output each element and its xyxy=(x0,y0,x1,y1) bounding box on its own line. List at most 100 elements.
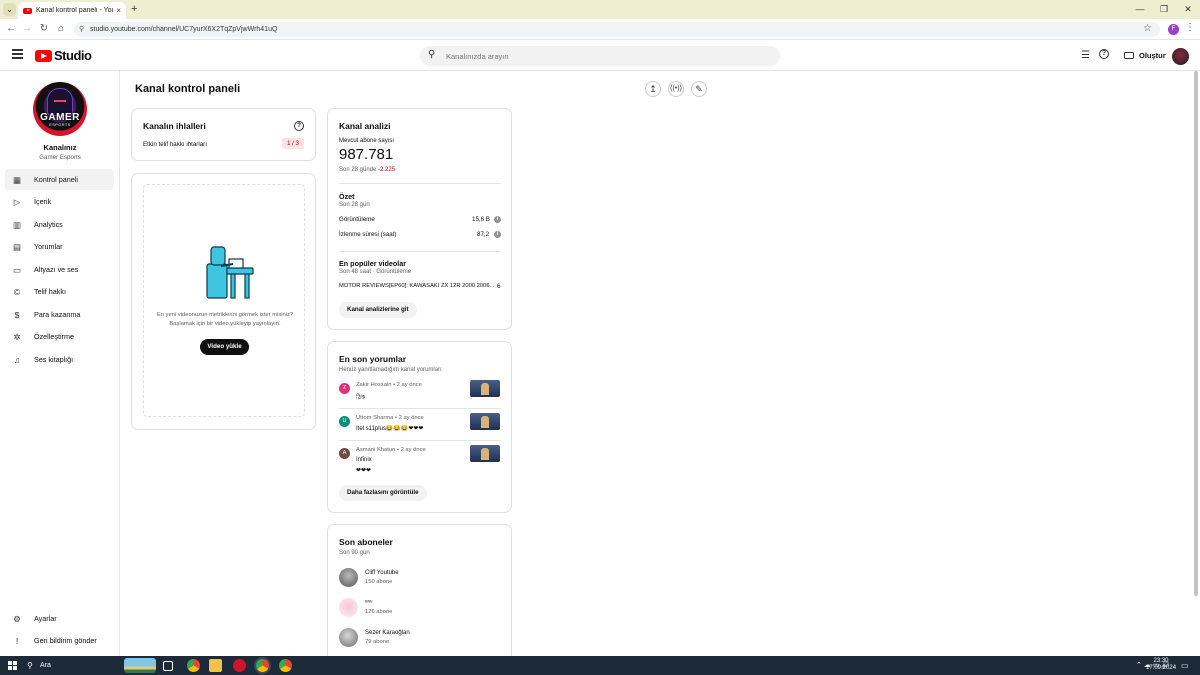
subscribers-period: Son 90 gün xyxy=(339,550,370,556)
create-button[interactable]: Oluştur xyxy=(1118,47,1172,64)
page-scrollbar[interactable] xyxy=(1194,71,1198,596)
windows-start-icon[interactable] xyxy=(8,661,17,670)
violations-title: Kanalın ihlalleri xyxy=(143,121,206,131)
divider xyxy=(339,251,501,252)
browser-menu-icon[interactable]: ⋮ xyxy=(1185,22,1195,33)
main-content: Kanal kontrol paneli ↥ ((•)) ✎ Kanalın i… xyxy=(120,71,1200,664)
back-arrow-icon[interactable]: ← xyxy=(5,23,17,34)
task-view-icon[interactable] xyxy=(163,661,173,671)
new-tab-button[interactable]: + xyxy=(131,3,137,15)
subscriber-item[interactable]: ᵘʷᵘ 126 abone xyxy=(339,598,499,618)
subscriber-count: 150 abone xyxy=(365,579,393,585)
notification-icon[interactable]: ▭ xyxy=(1181,661,1189,670)
clock-date: 17.09.2024 xyxy=(1146,665,1177,671)
browser-profile-avatar[interactable]: F xyxy=(1168,24,1179,35)
chrome-active-icon[interactable] xyxy=(256,659,269,672)
copyright-strikes-badge[interactable]: 1 / 3 xyxy=(281,138,304,149)
youtube-logo-icon xyxy=(35,49,52,62)
comment-item[interactable]: A Asmani Khatun • 2 ay önce Infinix ❤❤❤ xyxy=(339,445,501,475)
window-controls: — ❐ ✕ xyxy=(1128,0,1200,19)
sidebar-item-content[interactable]: ▷ İçerik xyxy=(5,191,114,212)
create-post-icon[interactable]: ✎ xyxy=(691,81,707,97)
sidebar-item-dashboard[interactable]: ▦ Kontrol paneli xyxy=(5,169,114,190)
sidebar-item-feedback[interactable]: ! Geri bildirim gönder xyxy=(5,630,114,651)
file-explorer-icon[interactable] xyxy=(209,659,222,672)
sidebar-item-label: Geri bildirim gönder xyxy=(34,636,97,645)
search-input[interactable] xyxy=(446,51,746,61)
address-bar[interactable]: ⚲ studio.youtube.com/channel/UC7yurX6X2T… xyxy=(74,22,1160,37)
recent-subscribers-card: Son aboneler Son 90 gün Cliff Youtube 15… xyxy=(327,524,512,664)
channel-label: Kanalınız xyxy=(43,143,77,152)
sidebar-item-subtitles[interactable]: ▭ Altyazı ve ses xyxy=(5,259,114,280)
sidebar-item-label: Para kazanma xyxy=(34,310,81,319)
taskbar-clock[interactable]: 23:30 17.09.2024 xyxy=(1146,658,1176,672)
info-icon[interactable]: i xyxy=(494,216,501,223)
forward-arrow-icon[interactable]: → xyxy=(21,23,33,34)
search-icon: ⚲ xyxy=(27,661,33,670)
commenter-avatar: Z xyxy=(339,383,350,394)
video-camera-icon xyxy=(1124,52,1134,59)
maximize-button[interactable]: ❐ xyxy=(1152,0,1176,19)
comment-item[interactable]: Z Zakir Hossain • 2 ay önce ঠিক xyxy=(339,380,501,410)
channel-avatar[interactable]: GAMER ESPORTS xyxy=(33,82,87,136)
sidebar-item-audio-library[interactable]: ♫ Ses kitaplığı xyxy=(5,349,114,370)
taskbar-search[interactable]: ⚲ Ara xyxy=(22,658,122,673)
top-video-title[interactable]: MOTOR REVIEWS[EP60]: KAWASAKI ZX 12R 200… xyxy=(339,283,494,289)
go-live-icon[interactable]: ((•)) xyxy=(668,81,684,97)
watch-time-label: İzlenme süresi (saat) xyxy=(339,231,397,238)
go-to-analytics-button[interactable]: Kanal analizlerine git xyxy=(339,302,417,318)
tab-close-icon[interactable]: × xyxy=(116,6,121,15)
sidebar-item-label: İçerik xyxy=(34,197,52,206)
account-avatar[interactable] xyxy=(1172,48,1189,65)
sidebar-item-analytics[interactable]: ▥ Analytics xyxy=(5,214,114,235)
search-highlight-image[interactable] xyxy=(124,658,156,673)
comment-item[interactable]: U Uttom Sharma • 2 ay önce Itel s11plus😂… xyxy=(339,413,501,443)
video-thumbnail[interactable] xyxy=(470,445,500,462)
video-thumbnail[interactable] xyxy=(470,413,500,430)
comment-text: Infinix xyxy=(356,457,372,463)
comment-meta: Asmani Khatun • 2 ay önce xyxy=(356,447,426,453)
subtitles-icon: ▭ xyxy=(12,264,22,275)
app-icon[interactable] xyxy=(233,659,246,672)
sidebar-item-label: Kontrol paneli xyxy=(34,175,78,184)
clock-time: 23:30 xyxy=(1153,658,1169,664)
video-thumbnail[interactable] xyxy=(470,380,500,397)
subscriber-item[interactable]: Cliff Youtube 150 abone xyxy=(339,568,499,588)
comment-meta: Uttom Sharma • 2 ay önce xyxy=(356,415,424,421)
channel-search-box[interactable]: ⚲ xyxy=(420,46,780,66)
reload-icon[interactable]: ↻ xyxy=(38,23,50,34)
browser-tab-active[interactable]: Kanal kontrol paneli - YouTube × xyxy=(18,2,126,19)
minimize-button[interactable]: — xyxy=(1128,0,1152,19)
youtube-studio-logo[interactable]: Studio xyxy=(35,48,92,63)
help-icon[interactable]: ? xyxy=(294,121,304,131)
subscriber-count-value: 987.781 xyxy=(339,146,394,163)
sidebar-item-comments[interactable]: ▤ Yorumlar xyxy=(5,236,114,257)
sidebar-item-settings[interactable]: ⚙ Ayarlar xyxy=(5,608,114,629)
sidebar-item-monetization[interactable]: $ Para kazanma xyxy=(5,304,114,325)
info-icon[interactable]: i xyxy=(494,231,501,238)
sidebar-item-copyright[interactable]: © Telif hakkı xyxy=(5,281,114,302)
upload-video-button[interactable]: Video yükle xyxy=(200,339,249,355)
upload-video-card: En yeni videonuzun metriklerini görmek i… xyxy=(131,173,316,430)
studio-header: Studio ⚲ ☰ ? Oluştur xyxy=(0,40,1200,71)
help-icon[interactable]: ? xyxy=(1099,49,1109,59)
sidebar-item-customization[interactable]: ✲ Özelleştirme xyxy=(5,326,114,347)
sidebar-item-label: Altyazı ve ses xyxy=(34,265,79,274)
subscriber-item[interactable]: Sezer Karaoğlan 79 abone xyxy=(339,628,499,648)
upload-icon[interactable]: ↥ xyxy=(645,81,661,97)
avatar-text-esports: ESPORTS xyxy=(49,123,71,127)
home-icon[interactable]: ⌂ xyxy=(55,23,67,34)
chrome-icon[interactable] xyxy=(187,659,200,672)
view-more-comments-button[interactable]: Daha fazlasını görüntüle xyxy=(339,485,427,501)
hamburger-menu-icon[interactable] xyxy=(12,49,23,59)
messages-icon[interactable]: ☰ xyxy=(1081,50,1090,61)
comments-subtitle: Henüz yanıtlamadığım kanal yorumları xyxy=(339,367,442,373)
chrome-icon[interactable] xyxy=(279,659,292,672)
tab-search-button[interactable]: ⌄ xyxy=(3,3,16,16)
bookmark-star-icon[interactable]: ☆ xyxy=(1143,23,1152,34)
sidebar-item-label: Yorumlar xyxy=(34,242,63,251)
comment-text: ঠিক xyxy=(356,395,366,401)
site-info-icon[interactable]: ⚲ xyxy=(79,25,84,33)
close-window-button[interactable]: ✕ xyxy=(1176,0,1200,19)
youtube-favicon-icon xyxy=(23,7,32,14)
